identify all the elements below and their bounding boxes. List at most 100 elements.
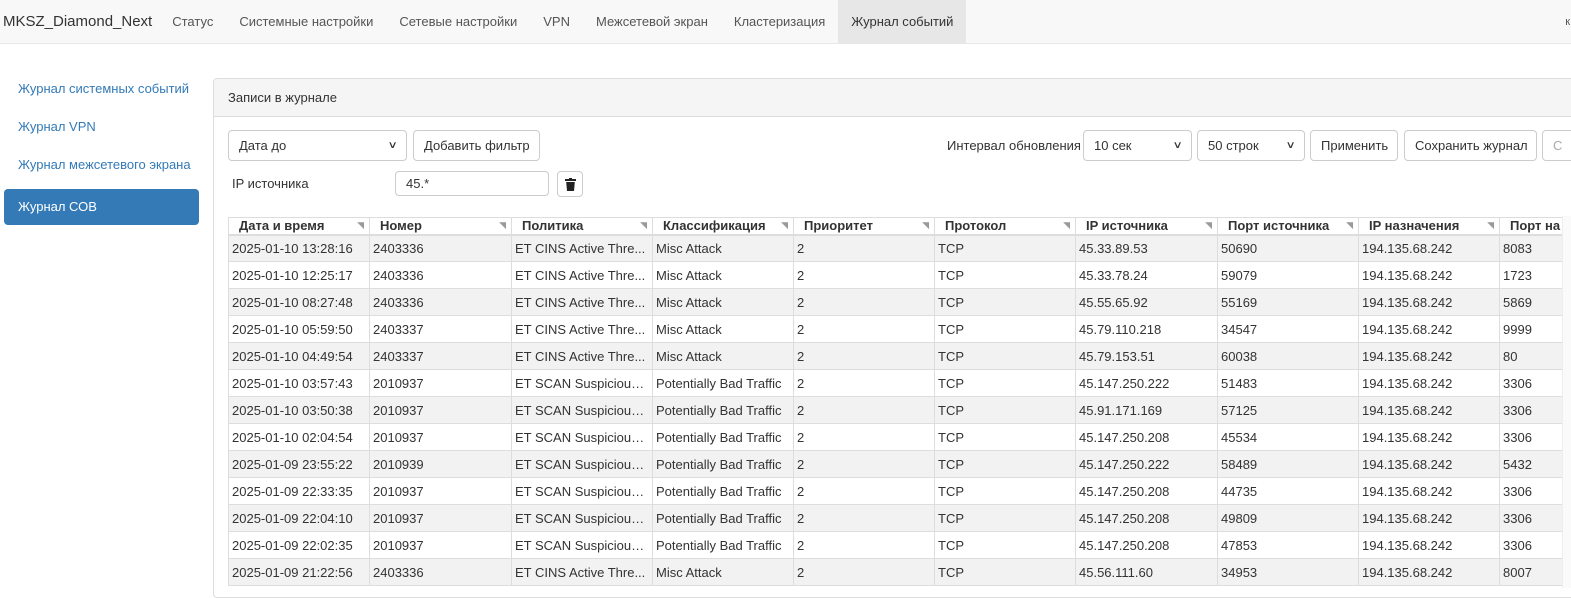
table-cell: 2010937 [369,504,512,532]
nav-item-overflow[interactable]: к [1565,0,1571,43]
clear-button[interactable]: С [1542,130,1571,161]
ip-filter-input[interactable]: 45.* [395,171,549,196]
table-cell: 194.135.68.242 [1358,261,1500,289]
table-cell: Potentially Bad Traffic [652,396,794,424]
column-header[interactable]: Порт источника ◥ [1217,217,1359,236]
filter-select-value: Дата до [239,138,287,153]
filter-select[interactable]: Дата до ∨ [228,130,407,161]
table-cell: 8007 [1499,558,1569,586]
table-row[interactable]: 2025-01-09 21:22:56 2403336 ET CINS Active… [228,558,1569,586]
column-header-label: Политика [522,218,584,234]
table-row[interactable]: 2025-01-10 13:28:16 2403336 ET CINS Active… [228,234,1569,262]
table-cell: 45.79.153.51 [1075,342,1218,370]
table-cell: Potentially Bad Traffic [652,450,794,478]
remove-filter-button[interactable] [557,171,583,197]
sidebar-item-firewall-log[interactable]: Журнал межсетевого экрана [4,148,199,186]
column-header[interactable]: Классификация ◥ [652,217,794,236]
table-cell: 1723 [1499,261,1569,289]
column-header-label: Порт на [1510,218,1561,234]
table-cell: 57125 [1217,396,1359,424]
sidebar-item-ids-log[interactable]: Журнал СОВ [4,189,199,225]
refresh-interval-select[interactable]: 10 сек ∨ [1083,130,1192,161]
column-header[interactable]: Порт на [1499,217,1569,236]
column-header[interactable]: Дата и время ◥ [228,217,370,236]
table-cell: 2025-01-10 03:57:43 [228,369,370,397]
nav-item-firewall[interactable]: Межсетевой экран [583,0,721,43]
nav-item-status[interactable]: Статус [159,0,226,43]
table-cell: Misc Attack [652,261,794,289]
column-header[interactable]: IP назначения ◥ [1358,217,1500,236]
nav-item-network-settings[interactable]: Сетевые настройки [386,0,530,43]
table-cell: TCP [934,558,1076,586]
column-header[interactable]: Протокол ◥ [934,217,1076,236]
table-cell: 2403336 [369,288,512,316]
table-cell: Misc Attack [652,234,794,262]
nav-item-system-settings[interactable]: Системные настройки [226,0,386,43]
table-cell: TCP [934,315,1076,343]
sort-icon[interactable]: ◥ [1487,220,1494,231]
brand-title[interactable]: MKSZ_Diamond_Next [0,0,159,43]
table-row[interactable]: 2025-01-09 22:33:35 2010937 ET SCAN Suspic… [228,477,1569,505]
table-row[interactable]: 2025-01-10 05:59:50 2403337 ET CINS Active… [228,315,1569,343]
column-header[interactable]: IP источника ◥ [1075,217,1218,236]
table-row[interactable]: 2025-01-10 08:27:48 2403336 ET CINS Active… [228,288,1569,316]
apply-button[interactable]: Применить [1310,130,1398,161]
table-cell: 2 [793,234,935,262]
sort-icon[interactable]: ◥ [1063,220,1070,231]
column-header[interactable]: Приоритет ◥ [793,217,935,236]
sort-icon[interactable]: ◥ [922,220,929,231]
table-cell: 194.135.68.242 [1358,423,1500,451]
table-cell: 2025-01-09 23:55:22 [228,450,370,478]
table-cell: 2 [793,288,935,316]
table-cell: 50690 [1217,234,1359,262]
sidebar: Журнал системных событий Журнал VPN Журн… [4,72,199,225]
nav-item-vpn[interactable]: VPN [530,0,583,43]
table-row[interactable]: 2025-01-10 03:57:43 2010937 ET SCAN Suspic… [228,369,1569,397]
table-cell: 5432 [1499,450,1569,478]
nav-item-event-log[interactable]: Журнал событий [838,0,967,43]
sort-icon[interactable]: ◥ [1346,220,1353,231]
table-cell: 2403336 [369,261,512,289]
sort-icon[interactable]: ◥ [781,220,788,231]
table-cell: ET CINS Active Thre... [511,558,653,586]
table-cell: 2 [793,450,935,478]
table-cell: 3306 [1499,423,1569,451]
table-header-row: Дата и время ◥ Номер ◥ Политика ◥ Классификаци… [228,217,1569,236]
column-header-label: Дата и время [239,218,325,234]
column-header-label: Классификация [663,218,766,234]
table-cell: 3306 [1499,477,1569,505]
table-cell: ET SCAN Suspicious ... [511,423,653,451]
table-row[interactable]: 2025-01-10 03:50:38 2010937 ET SCAN Suspic… [228,396,1569,424]
table-cell: 2025-01-09 21:22:56 [228,558,370,586]
table-cell: 8083 [1499,234,1569,262]
add-filter-button[interactable]: Добавить фильтр [413,130,540,161]
table-cell: TCP [934,423,1076,451]
table-row[interactable]: 2025-01-10 02:04:54 2010937 ET SCAN Suspic… [228,423,1569,451]
table-row[interactable]: 2025-01-09 22:02:35 2010937 ET SCAN Suspic… [228,531,1569,559]
sidebar-item-vpn-log[interactable]: Журнал VPN [4,110,199,148]
sort-icon[interactable]: ◥ [499,220,506,231]
table-row[interactable]: 2025-01-10 12:25:17 2403336 ET CINS Active… [228,261,1569,289]
rows-per-page-select[interactable]: 50 строк ∨ [1197,130,1305,161]
vertical-scrollbar[interactable] [1562,216,1571,588]
nav-item-clustering[interactable]: Кластеризация [721,0,838,43]
sort-icon[interactable]: ◥ [640,220,647,231]
table-cell: 45.147.250.208 [1075,477,1218,505]
column-header[interactable]: Политика ◥ [511,217,653,236]
table-row[interactable]: 2025-01-09 23:55:22 2010939 ET SCAN Suspic… [228,450,1569,478]
table-cell: 194.135.68.242 [1358,396,1500,424]
column-header[interactable]: Номер ◥ [369,217,512,236]
table-cell: TCP [934,504,1076,532]
sidebar-item-system-log[interactable]: Журнал системных событий [4,72,199,110]
chevron-down-icon: ∨ [387,140,398,151]
column-header-label: IP назначения [1369,218,1460,234]
table-cell: 2010939 [369,450,512,478]
table-cell: 2 [793,342,935,370]
table-row[interactable]: 2025-01-09 22:04:10 2010937 ET SCAN Suspic… [228,504,1569,532]
save-log-button[interactable]: Сохранить журнал [1404,130,1537,161]
table-cell: ET CINS Active Thre... [511,342,653,370]
table-cell: TCP [934,342,1076,370]
sort-icon[interactable]: ◥ [357,220,364,231]
sort-icon[interactable]: ◥ [1205,220,1212,231]
table-row[interactable]: 2025-01-10 04:49:54 2403337 ET CINS Active… [228,342,1569,370]
